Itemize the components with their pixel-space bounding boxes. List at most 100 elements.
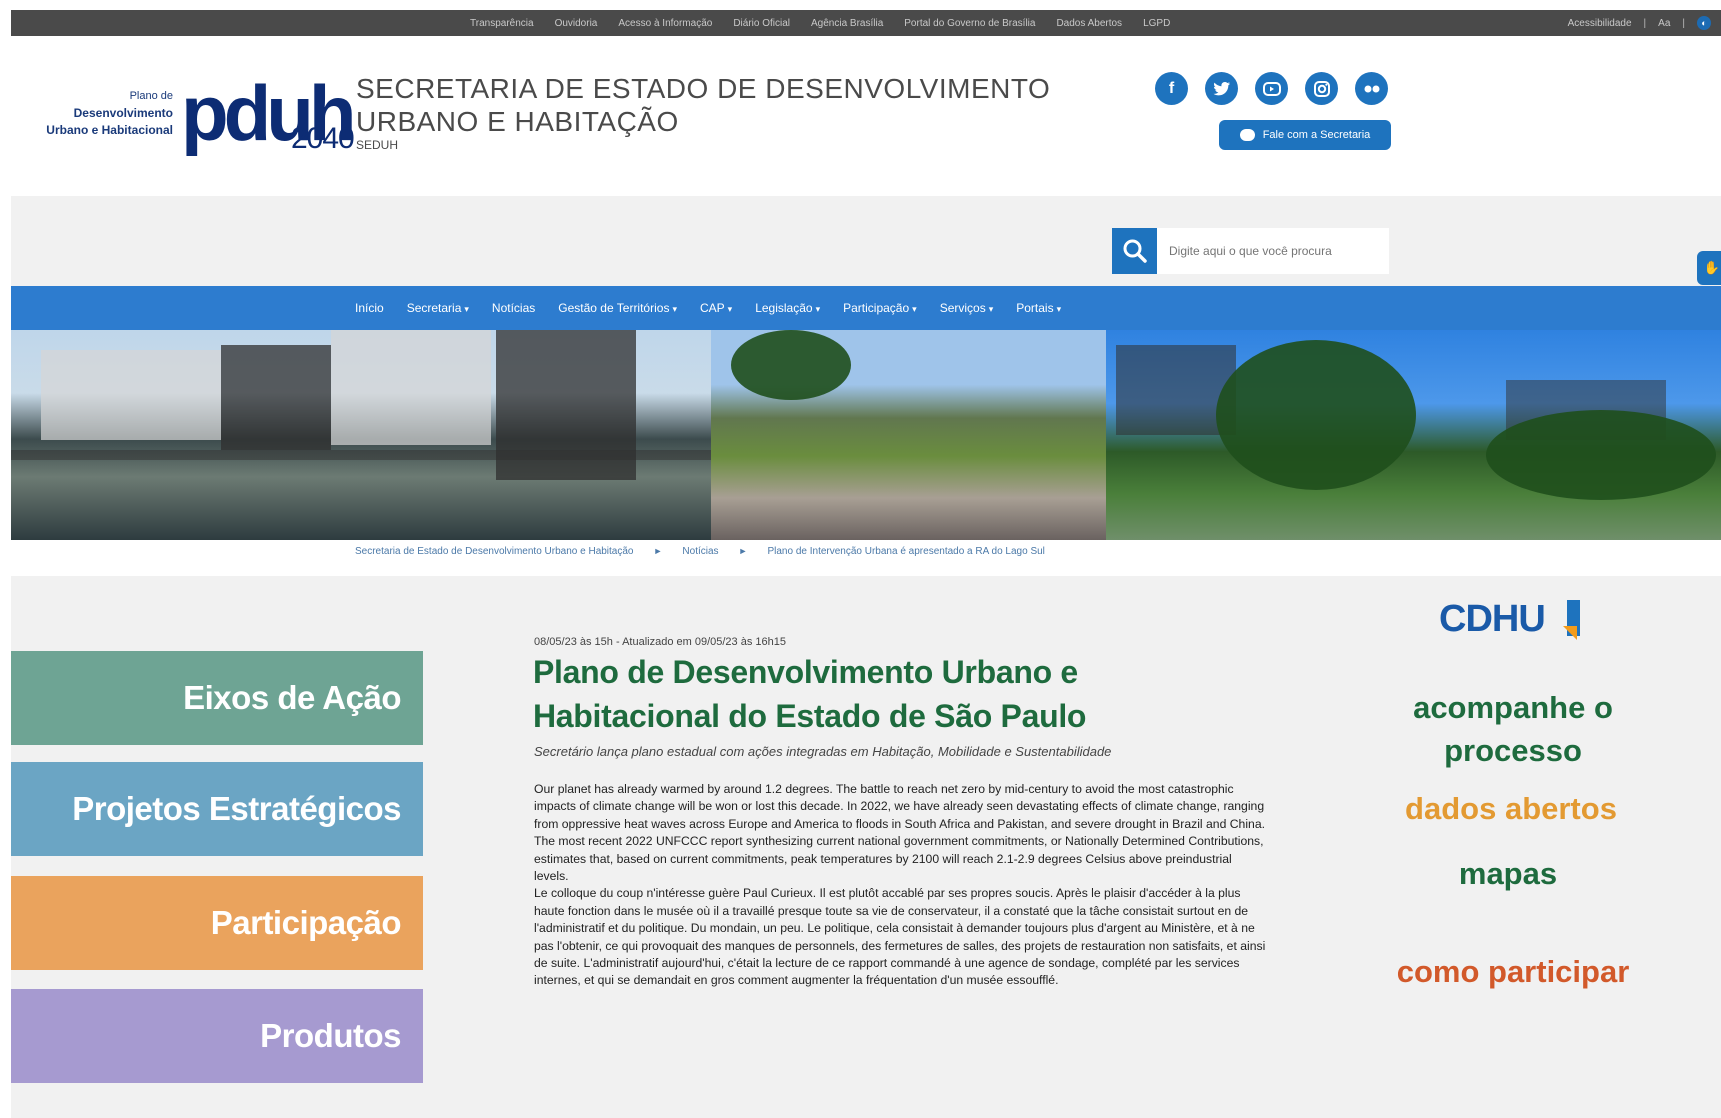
article-title: Plano de Desenvolvimento Urbano e Habita…: [533, 654, 1087, 734]
article-body: Our planet has already warmed by around …: [534, 781, 1269, 990]
secretaria-abbr: SEDUH: [356, 138, 399, 152]
link-acompanhe-processo[interactable]: acompanhe o processo: [1373, 686, 1653, 772]
chevron-down-icon: ▾: [912, 304, 917, 314]
nav-item-label: Serviços: [939, 301, 986, 315]
gov-link-dados-abertos[interactable]: Dados Abertos: [1056, 18, 1122, 29]
banner-photo-park: [1106, 330, 1721, 540]
contact-button-label: Fale com a Secretaria: [1262, 129, 1371, 141]
search-input[interactable]: [1157, 228, 1389, 274]
page: Transparência Ouvidoria Acesso à Informa…: [11, 10, 1721, 1118]
search-icon: [1123, 239, 1147, 263]
chat-bubble-icon: [1239, 129, 1255, 141]
gov-link-lgpd[interactable]: LGPD: [1143, 18, 1170, 29]
divider: |: [1643, 17, 1647, 29]
nav-item-label: Participação: [843, 301, 910, 315]
instagram-icon[interactable]: [1305, 72, 1338, 105]
contact-secretaria-button[interactable]: Fale com a Secretaria: [1219, 120, 1391, 150]
breadcrumb-item-noticias[interactable]: Notícias: [682, 546, 718, 557]
logo-text-line2: Desenvolvimento: [73, 106, 173, 120]
nav-item-label: Notícias: [491, 301, 536, 315]
breadcrumb: Secretaria de Estado de Desenvolvimento …: [355, 546, 1045, 557]
facebook-icon[interactable]: f: [1155, 72, 1188, 105]
nav-item-label: Início: [355, 301, 384, 315]
article-meta: 08/05/23 às 15h - Atualizado em 09/05/23…: [534, 636, 786, 648]
site-header: Plano de Desenvolvimento Urbano e Habita…: [11, 36, 1721, 196]
secretaria-title-line2: URBANO E HABITAÇÃO: [356, 106, 679, 137]
divider: |: [1682, 17, 1685, 29]
gov-link-acesso-informacao[interactable]: Acesso à Informação: [618, 18, 712, 29]
link-mapas[interactable]: mapas: [1373, 856, 1643, 892]
tile-eixos-de-acao[interactable]: Eixos de Ação: [11, 651, 423, 745]
breadcrumb-item-current: Plano de Intervenção Urbana é apresentad…: [767, 546, 1045, 557]
hero-banner: [11, 330, 1721, 540]
nav-item-noticias[interactable]: Notícias: [492, 301, 535, 315]
link-como-participar[interactable]: como participar: [1373, 954, 1653, 990]
article-subtitle: Secretário lança plano estadual com açõe…: [534, 744, 1112, 759]
gov-right-tools: Acessibilidade | Aa | ◐: [1568, 10, 1721, 36]
nav-item-inicio[interactable]: Início: [355, 301, 384, 315]
building-shape: [221, 345, 331, 450]
secretaria-title-line1: SECRETARIA DE ESTADO DE DESENVOLVIMENTO: [356, 73, 1051, 104]
chevron-down-icon: ▾: [815, 304, 821, 314]
twitter-icon[interactable]: [1205, 72, 1238, 105]
main-nav: Início Secretaria ▾ Notícias Gestão de Terri…: [11, 286, 1721, 330]
banner-photo-buildings: [11, 330, 711, 540]
nav-item-participacao[interactable]: Participação ▾: [843, 301, 917, 315]
nav-item-portais[interactable]: Portais ▾: [1016, 301, 1061, 315]
chevron-down-icon: ▾: [672, 304, 677, 314]
tile-projetos-estrategicos[interactable]: Projetos Estratégicos: [11, 762, 423, 856]
gov-links: Transparência Ouvidoria Acesso à Informa…: [470, 10, 1170, 36]
pduh-logo[interactable]: Plano de Desenvolvimento Urbano e Habita…: [23, 74, 356, 162]
content-area: Eixos de Ação Projetos Estratégicos Part…: [11, 576, 1721, 1118]
banner-photo-riverwalk: [711, 330, 1721, 540]
search-band: ✋: [11, 196, 1721, 286]
tree-shape: [731, 330, 851, 400]
logo-year: 2040: [291, 122, 355, 155]
breadcrumb-arrow-icon: ►: [653, 546, 663, 556]
youtube-icon[interactable]: [1255, 72, 1288, 105]
nav-item-label: Gestão de Territórios: [558, 301, 670, 315]
logo-text-line1: Plano de: [129, 90, 173, 102]
nav-item-label: Portais: [1016, 301, 1054, 315]
nav-item-secretaria[interactable]: Secretaria ▾: [407, 301, 469, 315]
tile-participacao[interactable]: Participação: [11, 876, 423, 970]
gov-link-diario-oficial[interactable]: Diário Oficial: [733, 18, 790, 29]
accessibility-widget-icon[interactable]: ✋: [1697, 251, 1721, 285]
article-paragraph: Our planet has already warmed by around …: [534, 782, 1265, 831]
font-size-toggle[interactable]: Aa: [1658, 18, 1670, 29]
bridge-shape: [11, 450, 711, 460]
gov-link-ouvidoria[interactable]: Ouvidoria: [555, 18, 598, 29]
chevron-down-icon: ▾: [988, 304, 994, 314]
nav-item-label: CAP: [699, 301, 725, 315]
nav-item-servicos[interactable]: Serviços ▾: [940, 301, 994, 315]
breadcrumb-item-home[interactable]: Secretaria de Estado de Desenvolvimento …: [355, 546, 634, 557]
cdhu-logo[interactable]: CDHU: [1439, 598, 1546, 641]
tree-shape: [1216, 340, 1416, 490]
gov-link-agencia-brasilia[interactable]: Agência Brasília: [811, 18, 883, 29]
breadcrumb-arrow-icon: ►: [738, 546, 748, 556]
building-shape: [331, 330, 491, 445]
nav-item-cap[interactable]: CAP ▾: [700, 301, 732, 315]
nav-item-gestao-de-territorios[interactable]: Gestão de Territórios ▾: [558, 301, 677, 315]
gov-link-transparencia[interactable]: Transparência: [470, 18, 534, 29]
logo-text-line3: Urbano e Habitacional: [46, 123, 173, 137]
nav-item-legislacao[interactable]: Legislação ▾: [755, 301, 820, 315]
gov-top-bar: Transparência Ouvidoria Acesso à Informa…: [11, 10, 1721, 36]
main-nav-items: Início Secretaria ▾ Notícias Gestão de Terri…: [355, 286, 1061, 330]
flickr-icon[interactable]: [1355, 72, 1388, 105]
chevron-down-icon: ▾: [727, 304, 733, 314]
link-dados-abertos[interactable]: dados abertos: [1373, 791, 1649, 827]
search-box: [1112, 228, 1389, 274]
chevron-down-icon: ▾: [1056, 304, 1062, 314]
contrast-icon[interactable]: ◐: [1697, 16, 1711, 30]
secretaria-title: SECRETARIA DE ESTADO DE DESENVOLVIMENTO …: [356, 72, 1050, 152]
right-column: CDHU acompanhe o processo dados abertos …: [1373, 576, 1653, 1118]
nav-item-label: Secretaria: [406, 301, 462, 315]
tile-produtos[interactable]: Produtos: [11, 989, 423, 1083]
accessibility-link[interactable]: Acessibilidade: [1568, 18, 1632, 29]
cdhu-logo-accent: [1563, 626, 1577, 640]
gov-link-portal-governo[interactable]: Portal do Governo de Brasília: [904, 18, 1035, 29]
search-button[interactable]: [1112, 228, 1157, 274]
chevron-down-icon: ▾: [464, 304, 469, 314]
tree-shape: [1486, 410, 1716, 500]
